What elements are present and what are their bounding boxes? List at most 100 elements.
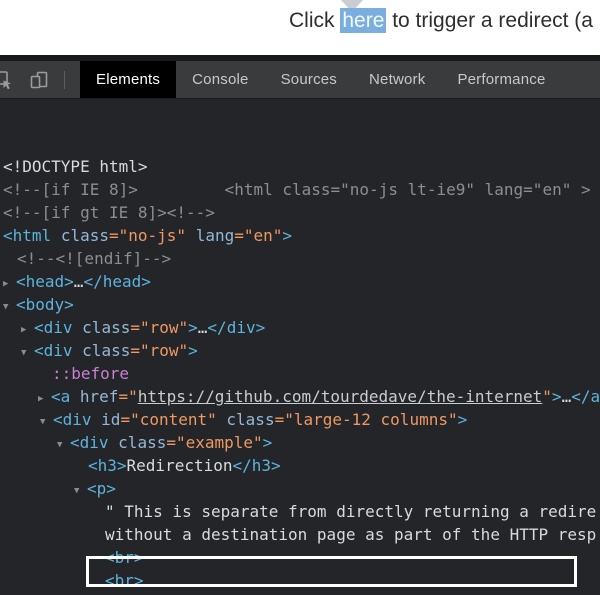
code-segment-plain: [92, 410, 102, 429]
tab-performance[interactable]: Performance: [441, 61, 561, 98]
tab-console[interactable]: Console: [176, 61, 264, 98]
tab-sources[interactable]: Sources: [265, 61, 353, 98]
tab-network[interactable]: Network: [353, 61, 441, 98]
code-segment-pseudo: ::before: [52, 364, 130, 383]
tab-elements[interactable]: Elements: [80, 61, 177, 98]
dom-tree-row[interactable]: ▼ <p>: [0, 477, 600, 500]
code-segment-attr: class: [82, 318, 131, 337]
device-toolbar-button[interactable]: [27, 61, 51, 98]
code-segment-plain: [186, 226, 196, 245]
dom-tree-row[interactable]: <br>: [0, 569, 600, 592]
page-text-before: Click: [289, 9, 341, 32]
dom-tree-row[interactable]: ▶ <div class="row">…</div>: [0, 316, 600, 339]
code-segment-plain: Redirection: [126, 456, 233, 475]
code-segment-value: ="content": [120, 410, 217, 429]
code-segment-plain: [70, 387, 80, 406]
code-segment-value: ="en": [234, 226, 283, 245]
code-segment-attr: class: [118, 433, 167, 452]
code-segment-tag: <body>: [16, 295, 74, 314]
dom-tree-row[interactable]: ::before: [0, 362, 600, 385]
dom-tree-row[interactable]: <html class="no-js" lang="en">: [0, 224, 600, 247]
code-segment-plain: " This is separate from directly returni…: [105, 502, 597, 521]
inspect-element-button[interactable]: [0, 61, 15, 98]
page-text-after: to trigger a redirect (a: [386, 9, 593, 32]
code-segment-plain: without a destination page as part of th…: [105, 525, 597, 544]
code-segment-tag: </a>: [571, 387, 600, 406]
code-segment-tag: </head>: [83, 272, 151, 291]
dom-tree-row[interactable]: ▶ <head>…</head>: [0, 270, 600, 293]
collapse-arrow-icon[interactable]: ▼: [21, 342, 34, 365]
code-segment-tag: <br>: [105, 571, 144, 590]
code-segment-attr: lang: [195, 226, 235, 245]
code-segment-plain: …: [73, 272, 84, 291]
code-segment-tag: <h3>: [88, 456, 127, 475]
collapse-arrow-icon[interactable]: ▼: [3, 296, 16, 319]
dom-tree-row[interactable]: " This is separate from directly returni…: [0, 500, 600, 523]
dom-tree-row[interactable]: ▼ <div class="example">: [0, 431, 600, 454]
code-segment-comment: <!--<![endif]-->: [17, 249, 172, 268]
devtools-window: Click here to trigger a redirect (a Elem…: [0, 0, 600, 595]
page-paragraph: Click here to trigger a redirect (a: [289, 8, 593, 33]
webpage-preview-pane: Click here to trigger a redirect (a: [0, 0, 600, 55]
code-segment-tag: <head>: [16, 272, 74, 291]
collapse-arrow-icon[interactable]: ▼: [74, 480, 87, 503]
dom-tree-row[interactable]: <!--<![endif]-->: [0, 247, 600, 270]
code-segment-tag: <div: [70, 433, 109, 452]
code-segment-comment: <!--[if gt IE 8]><!-->: [3, 203, 215, 222]
dom-tree-row[interactable]: <h3>Redirection</h3>: [0, 454, 600, 477]
dom-tree-row[interactable]: ▼ <div class="row">: [0, 339, 600, 362]
devtools-panel: Elements Console Sources Network Performance…: [0, 55, 600, 595]
dom-tree-row[interactable]: <!DOCTYPE html>: [0, 155, 600, 178]
dom-tree-row[interactable]: without a destination page as part of th…: [0, 523, 600, 546]
code-segment-value: ="large-12 columns": [274, 410, 458, 429]
code-segment-tag: <p>: [87, 479, 116, 498]
code-segment-attr: id: [101, 410, 121, 429]
code-segment-attr: href: [79, 387, 119, 406]
code-segment-tag: <a: [51, 387, 71, 406]
dom-tree-row[interactable]: <!--[if IE 8]> <html class="no-js lt-ie9…: [0, 178, 600, 201]
code-segment-value: ="row": [130, 318, 189, 337]
code-segment-plain: [73, 318, 83, 337]
code-segment-tag: <div: [53, 410, 92, 429]
code-segment-plain: [51, 226, 61, 245]
code-segment-tag: >: [188, 318, 198, 337]
code-segment-tag: >: [551, 387, 562, 406]
code-segment-tag: </h3>: [232, 456, 281, 475]
inspect-cursor-icon: [0, 70, 11, 89]
devtools-toolbar: Elements Console Sources Network Performance: [0, 61, 600, 99]
dom-tree-row[interactable]: ▼ <body>: [0, 293, 600, 316]
code-segment-plain: [109, 433, 119, 452]
dom-tree: <!DOCTYPE html> <!--[if IE 8]> <html clas…: [0, 154, 600, 595]
code-segment-tag: <br>: [105, 548, 144, 567]
code-segment-tag: >: [262, 433, 273, 452]
code-segment-comment: <!--[if IE 8]> <html class="no-js lt-ie9…: [3, 180, 591, 199]
code-segment-value: =": [118, 387, 138, 406]
code-segment-attr: class: [226, 410, 275, 429]
code-segment-value: ="no-js": [108, 226, 187, 245]
code-segment-plain: …: [197, 318, 208, 337]
dom-tree-row[interactable]: ▶ <a href="https://github.com/tourdedave/…: [0, 385, 600, 408]
collapse-arrow-icon[interactable]: ▼: [40, 411, 53, 434]
code-segment-tag: </div>: [207, 318, 266, 337]
dom-tree-row[interactable]: <!--[if gt IE 8]><!-->: [0, 201, 600, 224]
code-segment-attr: class: [82, 341, 131, 360]
code-segment-plain: [217, 410, 227, 429]
code-segment-plain: <!DOCTYPE html>: [3, 157, 148, 176]
toolbar-divider: [64, 70, 65, 89]
code-segment-attr: class: [60, 226, 109, 245]
here-link[interactable]: here: [340, 8, 387, 33]
device-toolbar-icon: [30, 71, 48, 88]
dom-tree-row[interactable]: <br>: [0, 546, 600, 569]
code-segment-tag: >: [457, 410, 468, 429]
code-segment-value: ="row": [130, 341, 189, 360]
code-segment-tag: >: [188, 341, 198, 360]
code-segment-tag: >: [282, 226, 293, 245]
dom-tree-row[interactable]: ▼ <div id="content" class="large-12 colum…: [0, 408, 600, 431]
code-segment-value: ="example": [166, 433, 263, 452]
code-segment-link: https://github.com/tourdedave/the-intern…: [137, 387, 543, 406]
tab-bar: Elements Console Sources Network Performance: [80, 61, 600, 98]
code-segment-tag: <div: [34, 341, 73, 360]
code-segment-tag: <html: [3, 226, 52, 245]
collapse-arrow-icon[interactable]: ▼: [57, 434, 70, 457]
code-segment-tag: <div: [34, 318, 73, 337]
